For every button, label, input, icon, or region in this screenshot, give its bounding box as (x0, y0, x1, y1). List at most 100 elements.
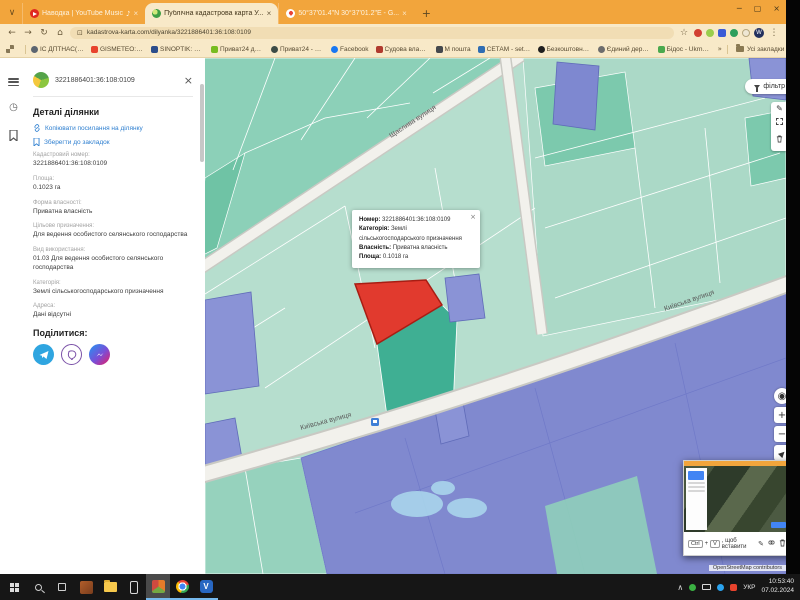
sidebar-close-icon[interactable]: × (184, 74, 193, 87)
field-area: Площа: 0.1023 га (33, 176, 193, 193)
telegram-icon[interactable] (33, 344, 54, 365)
draw-pencil-icon[interactable]: ✎ (776, 105, 783, 113)
trash-icon[interactable] (779, 539, 786, 549)
bookmark-item[interactable]: Facebook (331, 46, 369, 53)
cadastral-map[interactable]: Щаслива вулиця Київська вулиця Київська … (205, 58, 786, 574)
extension-icon-green[interactable] (706, 29, 714, 37)
minimize-button[interactable]: ─ (737, 4, 742, 13)
bookmark-item[interactable]: Бідос - Ukrnames7... (658, 46, 711, 53)
bookmark-item[interactable]: SINOPTIK: Погода в... (151, 46, 204, 53)
gismeteo-icon (91, 46, 98, 53)
delete-drawing-icon[interactable] (776, 130, 783, 148)
blue-parcel[interactable] (445, 274, 485, 322)
browser-menu-icon[interactable]: ⋮ (768, 28, 780, 38)
bookmark-item[interactable]: GISMETEO: Погода... (91, 46, 144, 53)
task-view-button[interactable] (50, 574, 74, 600)
extension-icon-red[interactable] (694, 29, 702, 37)
bookmark-item[interactable]: ІС ДПТНАС(12) (31, 46, 84, 53)
sidebar-scrollbar[interactable] (200, 84, 204, 162)
new-tab-button[interactable]: + (422, 7, 431, 20)
bookmarks-bar: ІС ДПТНАС(12) GISMETEO: Погода... SINOPT… (0, 41, 786, 58)
bookmark-item[interactable]: Єдиний державн... (598, 46, 651, 53)
close-window-button[interactable]: × (773, 4, 780, 13)
taskbar-file-explorer[interactable] (98, 574, 122, 600)
extension-icon-translate[interactable] (718, 29, 726, 37)
viber-icon[interactable] (61, 344, 82, 365)
bookmark-item[interactable]: Безкоштовний он... (538, 46, 591, 53)
reload-button[interactable]: ↻ (38, 28, 50, 38)
site-info-icon[interactable]: ⊡ (77, 29, 83, 37)
taskbar-clock[interactable]: 10:53:40 07.02.2024 (761, 578, 794, 596)
bookmarks-rail-icon[interactable] (9, 130, 18, 144)
history-icon[interactable]: ◷ (9, 103, 18, 113)
tray-expand-icon[interactable]: ∧ (677, 583, 683, 592)
tab-cadastral-map[interactable]: Публічна кадастрова карта У... × (145, 3, 278, 24)
map-attribution[interactable]: OpenStreetMap contributors (709, 565, 786, 571)
bookmark-item[interactable]: Судова влада Украї... (376, 46, 429, 53)
folder-icon (736, 46, 744, 52)
tab-close-icon[interactable]: × (133, 9, 138, 18)
tab-google-maps[interactable]: 50°37'01.4"N 30°37'01.2"E - G... × (278, 3, 413, 24)
network-tray-icon[interactable] (717, 584, 724, 591)
display-tray-icon[interactable] (702, 584, 711, 590)
bookmark-star-icon[interactable]: ☆ (678, 28, 690, 38)
save-bookmark-action[interactable]: Зберегти до закладок (33, 138, 193, 146)
blue-parcel[interactable] (553, 62, 599, 130)
screenshot-blue-block (688, 471, 704, 480)
extension-icon-light[interactable] (742, 29, 750, 37)
popup-row-ownership: Власність: Приватна власність (359, 244, 473, 253)
tab-search-icon[interactable]: ∨ (4, 5, 20, 21)
edit-icon[interactable]: ✎ (758, 540, 764, 548)
sidebar-title: Деталі ділянки (33, 107, 193, 117)
locate-button[interactable]: ▶ (774, 445, 786, 461)
service-icon (538, 46, 545, 53)
tab-close-icon[interactable]: × (267, 9, 272, 18)
taskbar-viber[interactable]: V (194, 574, 218, 600)
tab-close-icon[interactable]: × (402, 9, 407, 18)
language-indicator[interactable]: УКР (743, 584, 755, 591)
all-bookmarks-button[interactable]: Усі закладки (722, 45, 784, 54)
screenshot-preview-toast[interactable]: Ctrl + V , щоб вставити ✎ (683, 460, 786, 556)
bus-stop-icon[interactable] (371, 418, 379, 426)
copy-link-icon[interactable] (768, 539, 775, 548)
taskbar-search-button[interactable] (26, 574, 50, 600)
bookmark-item[interactable]: М пошта (436, 46, 471, 53)
layers-button[interactable]: ◉ (774, 388, 786, 404)
copy-link-action[interactable]: Копіювати посилання на ділянку (33, 124, 193, 132)
messenger-icon[interactable] (89, 344, 110, 365)
zoom-in-button[interactable]: + (774, 407, 786, 423)
filter-button[interactable]: фільтр (745, 79, 786, 94)
bookmark-icon (33, 138, 40, 146)
measure-area-icon[interactable] (776, 118, 783, 125)
blue-parcel[interactable] (205, 292, 259, 394)
start-button[interactable] (2, 574, 26, 600)
menu-hamburger-icon[interactable] (8, 78, 19, 86)
profile-avatar[interactable]: W (754, 28, 764, 38)
bookmark-item[interactable]: Приват24 для бізне... (211, 46, 264, 53)
taskbar-app-active[interactable] (146, 574, 170, 600)
back-button[interactable]: ← (6, 28, 18, 38)
address-bar[interactable]: ⊡ kadastrova-karta.com/dilyanka/32218864… (70, 27, 674, 39)
screenshot-side-panel (686, 468, 707, 530)
maximize-button[interactable]: ▢ (754, 4, 762, 13)
home-button[interactable]: ⌂ (54, 28, 66, 38)
forward-button[interactable]: → (22, 28, 34, 38)
apps-grid-icon[interactable] (6, 45, 14, 53)
viber-app-icon: V (200, 580, 213, 593)
tab-youtube-music[interactable]: Наводка | YouTube Music ♪ × (22, 3, 145, 24)
taskbar-chrome[interactable] (170, 574, 194, 600)
bookmark-item[interactable]: СЕТАМ - setam.net... (478, 46, 531, 53)
antivirus-tray-icon[interactable] (689, 584, 696, 591)
photos-app-icon (80, 581, 93, 594)
popup-close-icon[interactable]: × (470, 212, 476, 223)
zoom-out-button[interactable]: − (774, 426, 786, 442)
app-tray-icon[interactable] (730, 584, 737, 591)
taskbar-app-photos[interactable] (74, 574, 98, 600)
window-controls: ─ ▢ × (737, 4, 780, 13)
extension-icon-gdrive[interactable] (730, 29, 738, 37)
registry-icon (598, 46, 605, 53)
browser-window: ∨ Наводка | YouTube Music ♪ × Публічна к… (0, 0, 786, 574)
bookmark-item[interactable]: Приват24 - Ваш он... (271, 46, 324, 53)
taskbar-your-phone[interactable] (122, 574, 146, 600)
site-logo-icon (33, 72, 49, 88)
